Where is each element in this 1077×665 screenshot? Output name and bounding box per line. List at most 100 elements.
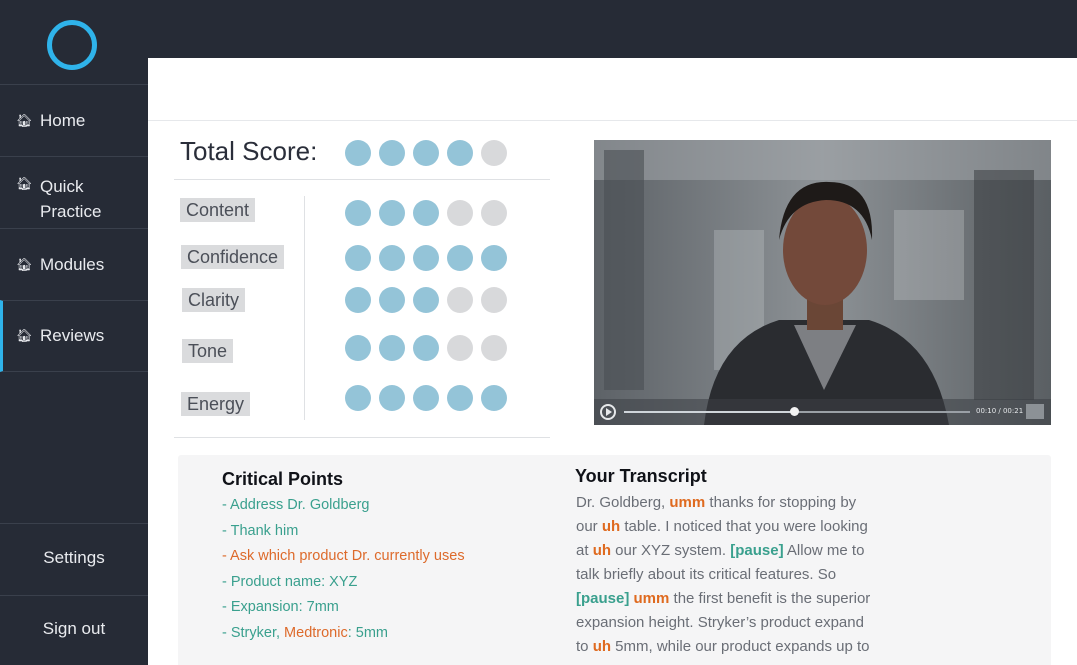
sign-out-button[interactable]: Sign out bbox=[0, 595, 148, 665]
category-dots-tone bbox=[345, 335, 507, 361]
video-time: 00:10 / 00:21 bbox=[976, 407, 1024, 415]
rating-dot-filled bbox=[413, 200, 439, 226]
transcript-text: table. I noticed that you were looking bbox=[620, 518, 868, 535]
transcript-text: Allow me to bbox=[783, 542, 865, 559]
settings-label: Settings bbox=[43, 548, 105, 567]
sidebar-item-home[interactable]: 🏠︎ Home bbox=[0, 84, 148, 156]
play-icon[interactable] bbox=[600, 404, 616, 420]
transcript-line: our uh table. I noticed that you were lo… bbox=[576, 518, 868, 535]
sidebar-item-label: Quick Practice bbox=[40, 177, 102, 221]
seek-bar[interactable] bbox=[624, 407, 970, 416]
filler-word: umm bbox=[633, 590, 670, 607]
transcript-text: talk briefly about its critical features… bbox=[576, 566, 837, 583]
transcript-text: the first benefit is the superior bbox=[669, 590, 871, 607]
transcript-text: 5mm, while our product expands up to bbox=[611, 638, 870, 655]
seek-handle[interactable] bbox=[789, 407, 799, 416]
transcript-line: Dr. Goldberg, umm thanks for stopping by bbox=[576, 494, 856, 511]
rating-dot-empty bbox=[481, 287, 507, 313]
critical-points-title: Critical Points bbox=[222, 469, 344, 489]
rating-dot-empty bbox=[481, 200, 507, 226]
rating-dot-filled bbox=[379, 385, 405, 411]
transcript-title: Your Transcript bbox=[575, 466, 707, 486]
critical-point-part: Medtronic bbox=[284, 625, 348, 641]
top-bar bbox=[148, 0, 1077, 58]
filler-word: uh bbox=[592, 638, 612, 655]
rating-dot-filled bbox=[345, 287, 371, 313]
rating-dot-filled bbox=[345, 140, 371, 166]
rating-dot-empty bbox=[447, 200, 473, 226]
category-label-tone: Tone bbox=[182, 339, 234, 363]
pause-marker: [pause] bbox=[576, 590, 630, 607]
sidebar-item-modules[interactable]: 🏠︎ Modules bbox=[0, 228, 148, 300]
rating-dot-filled bbox=[413, 245, 439, 271]
rating-dot-empty bbox=[447, 287, 473, 313]
transcript-text: to bbox=[576, 638, 593, 655]
rating-dot-filled bbox=[481, 385, 507, 411]
critical-point-item: - Address Dr. Goldberg bbox=[222, 497, 370, 513]
category-dots-content bbox=[345, 200, 507, 226]
rating-dot-filled bbox=[345, 245, 371, 271]
rating-dot-filled bbox=[447, 140, 473, 166]
ring-logo[interactable] bbox=[47, 20, 97, 70]
settings-button[interactable]: Settings bbox=[0, 523, 148, 595]
video-player[interactable]: 00:10 / 00:21 bbox=[594, 140, 1051, 425]
fullscreen-icon[interactable] bbox=[1026, 404, 1044, 419]
seek-bar-fill bbox=[624, 411, 794, 413]
transcript-line: [pause] umm the first benefit is the sup… bbox=[576, 590, 870, 607]
transcript-text: Dr. Goldberg, bbox=[576, 494, 670, 511]
category-label-energy: Energy bbox=[181, 392, 251, 416]
rating-dot-filled bbox=[345, 200, 371, 226]
rating-dot-empty bbox=[447, 335, 473, 361]
rating-dot-filled bbox=[379, 200, 405, 226]
critical-point-item: - Ask which product Dr. currently uses bbox=[222, 548, 465, 564]
home-icon: 🏠︎ bbox=[16, 328, 33, 343]
home-icon: 🏠︎ bbox=[16, 256, 33, 272]
transcript-text: at bbox=[576, 542, 593, 559]
rating-dot-empty bbox=[481, 335, 507, 361]
transcript-line: expansion height. Stryker’s product expa… bbox=[576, 614, 864, 631]
score-divider-top bbox=[174, 179, 550, 180]
sidebar: 🏠︎ Home 🏠︎ Quick Practice 🏠︎ Modules 🏠︎ … bbox=[0, 0, 148, 665]
rating-dot-filled bbox=[379, 335, 405, 361]
rating-dot-filled bbox=[481, 245, 507, 271]
rating-dot-filled bbox=[413, 140, 439, 166]
transcript-text: our bbox=[576, 518, 602, 535]
sidebar-item-quick-practice[interactable]: 🏠︎ Quick Practice bbox=[0, 156, 148, 228]
rating-dot-filled bbox=[413, 287, 439, 313]
pause-marker: [pause] bbox=[730, 542, 784, 559]
category-dots-clarity bbox=[345, 287, 507, 313]
rating-dot-filled bbox=[379, 287, 405, 313]
critical-point-item: - Stryker, Medtronic: 5mm bbox=[222, 625, 388, 641]
sign-out-label: Sign out bbox=[42, 619, 106, 638]
filler-word: uh bbox=[592, 542, 612, 559]
sidebar-item-label: Reviews bbox=[40, 326, 105, 345]
critical-point-item: - Product name: XYZ bbox=[222, 574, 358, 590]
home-icon: 🏠︎ bbox=[16, 112, 33, 128]
transcript-line: at uh our XYZ system. [pause] Allow me t… bbox=[576, 542, 864, 559]
sidebar-item-label: Home bbox=[40, 110, 86, 130]
filler-word: uh bbox=[601, 518, 621, 535]
score-divider-bottom bbox=[174, 437, 550, 438]
rating-dot-filled bbox=[413, 385, 439, 411]
category-label-confidence: Confidence bbox=[181, 245, 285, 269]
critical-point-item: - Expansion: 7mm bbox=[222, 599, 339, 615]
transcript-text: thanks for stopping by bbox=[705, 494, 857, 511]
total-score-label: Total Score: bbox=[180, 136, 318, 166]
total-score-dots bbox=[345, 140, 507, 166]
transcript-text: our XYZ system. bbox=[611, 542, 731, 559]
score-divider-vertical bbox=[304, 196, 305, 420]
category-dots-confidence bbox=[345, 245, 507, 271]
category-label-content: Content bbox=[180, 198, 256, 222]
sidebar-item-reviews[interactable]: 🏠︎ Reviews bbox=[0, 300, 148, 372]
critical-point-item: - Thank him bbox=[222, 523, 299, 539]
rating-dot-filled bbox=[345, 335, 371, 361]
transcript-line: talk briefly about its critical features… bbox=[576, 566, 836, 583]
video-frame bbox=[594, 140, 1051, 425]
home-icon: 🏠︎ bbox=[16, 176, 33, 191]
sidebar-item-label: Modules bbox=[40, 254, 105, 274]
rating-dot-filled bbox=[345, 385, 371, 411]
header-divider bbox=[148, 120, 1077, 121]
rating-dot-filled bbox=[379, 140, 405, 166]
video-controls: 00:10 / 00:21 bbox=[594, 399, 1051, 425]
transcript-line: to uh 5mm, while our product expands up … bbox=[576, 638, 870, 655]
